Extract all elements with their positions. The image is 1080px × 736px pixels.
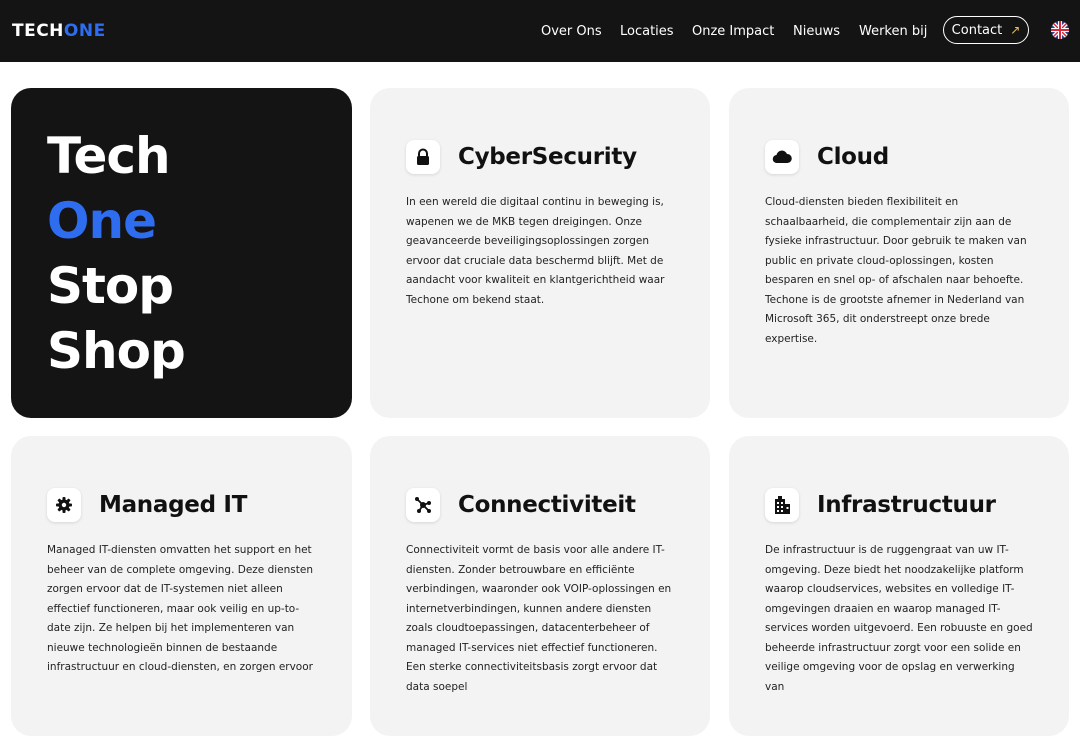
top-navigation-bar: TECH ONE Over Ons Locaties Onze Impact Ni…: [0, 0, 1080, 62]
nav-link-over-ons[interactable]: Over Ons: [541, 24, 602, 39]
service-card-cloud[interactable]: Cloud Cloud-diensten bieden flexibilitei…: [729, 88, 1069, 418]
contact-button[interactable]: Contact ↗: [943, 16, 1029, 44]
nav-link-werken-bij[interactable]: Werken bij: [859, 24, 927, 39]
logo-text-tech: TECH: [12, 21, 64, 41]
service-card-connectiviteit[interactable]: Connectiviteit Connectiviteit vormt de b…: [370, 436, 710, 736]
service-card-infrastructuur[interactable]: Infrastructuur De infrastructuur is de r…: [729, 436, 1069, 736]
gear-icon: [47, 488, 81, 522]
cloud-icon: [765, 140, 799, 174]
network-nodes-icon: [406, 488, 440, 522]
service-card-cybersecurity[interactable]: CyberSecurity In een wereld die digitaal…: [370, 88, 710, 418]
service-card-managed-it[interactable]: Managed IT Managed IT-diensten omvatten …: [11, 436, 352, 736]
building-icon: [765, 488, 799, 522]
service-description: Cloud-diensten bieden flexibiliteit en s…: [765, 196, 1027, 345]
hero-line-stop: Stop: [47, 257, 174, 315]
nav-link-onze-impact[interactable]: Onze Impact: [692, 24, 774, 39]
arrow-up-right-icon: ↗: [1010, 23, 1021, 37]
uk-flag-icon[interactable]: [1051, 21, 1069, 39]
service-description: Connectiviteit vormt de basis voor alle …: [406, 544, 672, 693]
contact-button-label: Contact: [951, 22, 1003, 38]
hero-title: Tech One Stop Shop: [47, 124, 186, 384]
hero-card: Tech One Stop Shop: [11, 88, 352, 418]
service-title: CyberSecurity: [458, 144, 637, 170]
lock-icon: [406, 140, 440, 174]
nav-link-locaties[interactable]: Locaties: [620, 24, 674, 39]
nav-link-nieuws[interactable]: Nieuws: [793, 24, 840, 39]
service-description: In een wereld die digitaal continu in be…: [406, 196, 665, 306]
service-title: Connectiviteit: [458, 492, 636, 518]
techone-logo[interactable]: TECH ONE: [12, 20, 106, 42]
hero-line-one: One: [47, 192, 157, 250]
service-title: Infrastructuur: [817, 492, 996, 518]
service-description: De infrastructuur is de ruggengraat van …: [765, 544, 1033, 693]
service-description: Managed IT-diensten omvatten het support…: [47, 544, 313, 673]
service-title: Managed IT: [99, 492, 248, 518]
service-title: Cloud: [817, 144, 889, 170]
hero-line-shop: Shop: [47, 322, 186, 380]
hero-line-tech: Tech: [47, 127, 171, 185]
logo-text-one: ONE: [63, 21, 106, 41]
